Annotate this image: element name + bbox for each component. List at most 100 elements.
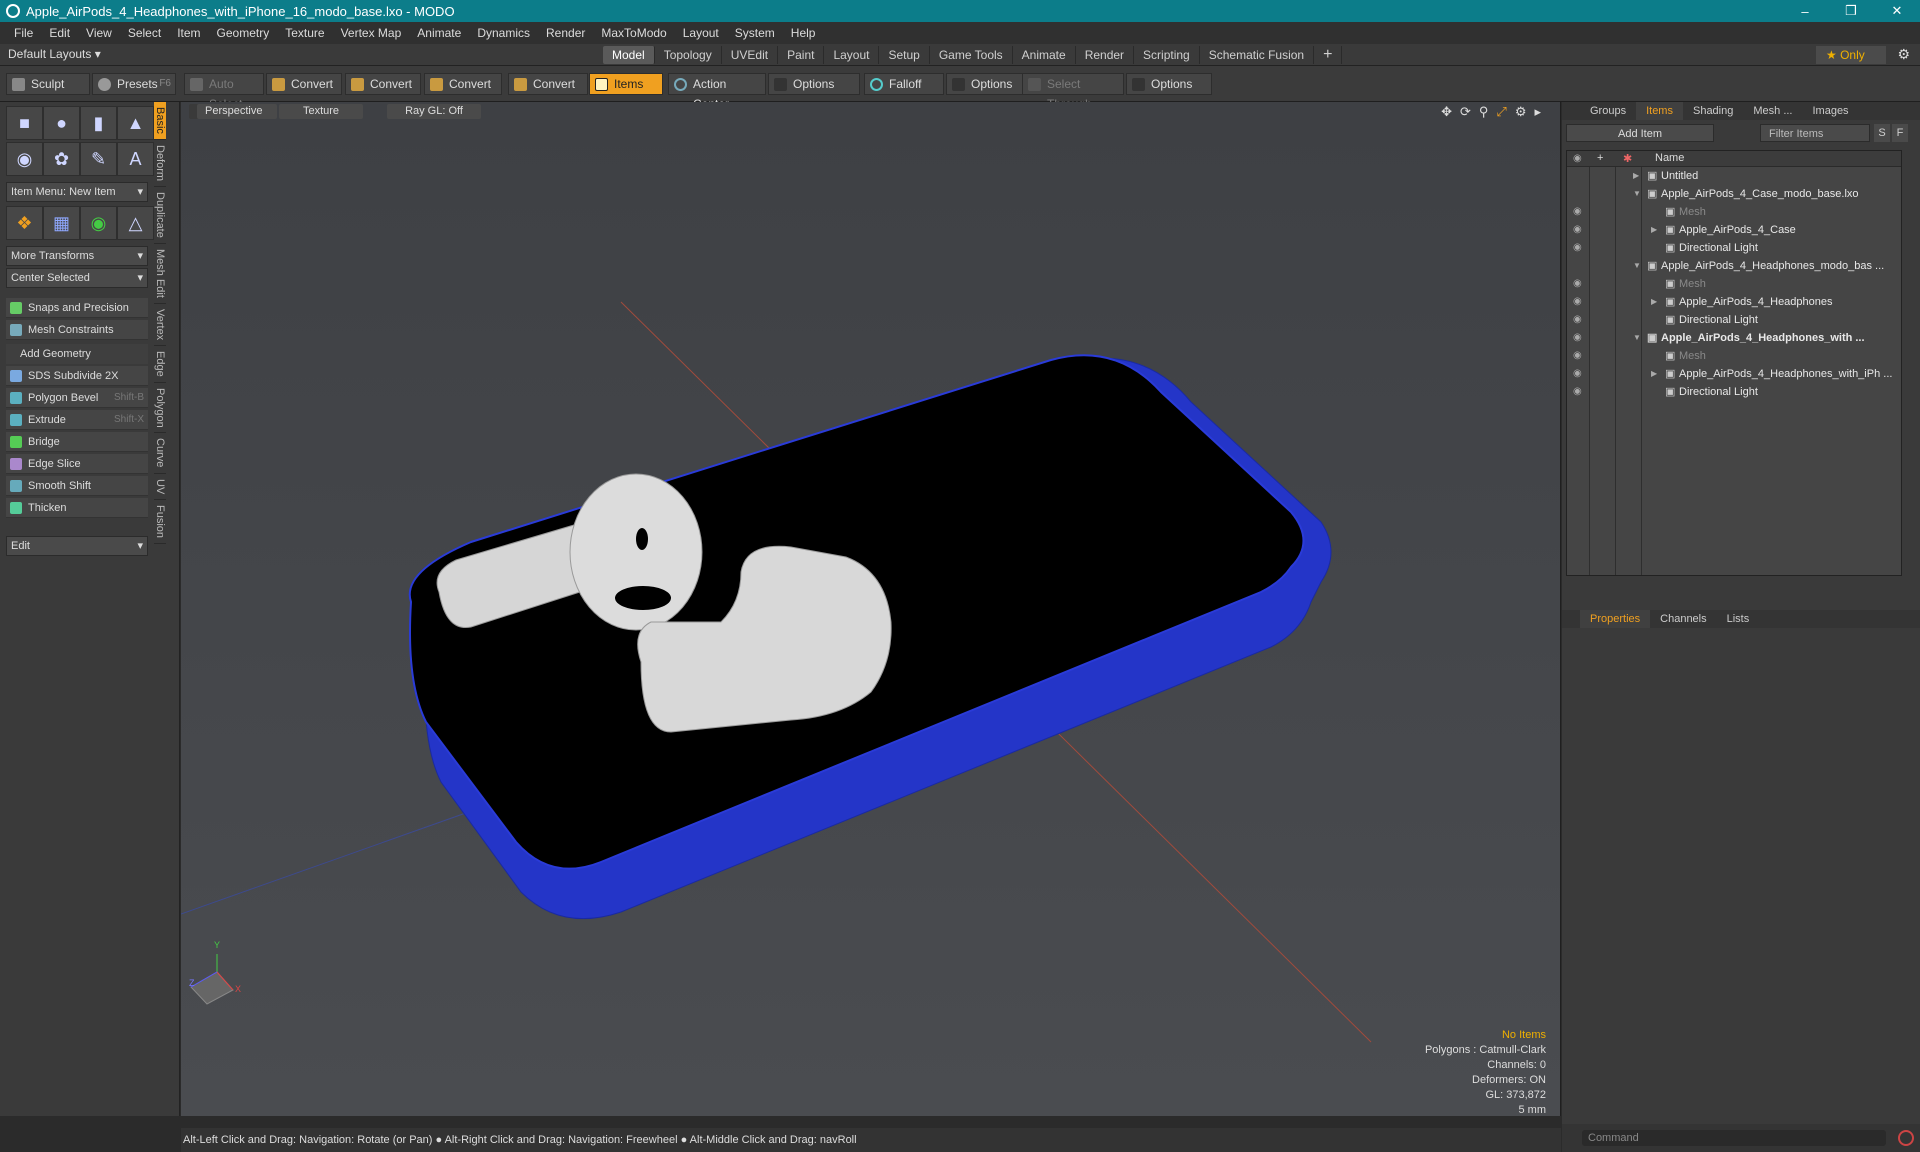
name-column-header[interactable]: Name (1655, 152, 1684, 164)
expand-right-icon[interactable]: ▶ (1651, 365, 1657, 383)
convert-button-1[interactable]: Convert (266, 73, 342, 95)
vtab-edge[interactable]: Edge (154, 346, 166, 383)
menu-dynamics[interactable]: Dynamics (469, 26, 538, 40)
tab-channels[interactable]: Channels (1650, 610, 1716, 628)
vtab-mesh-edit[interactable]: Mesh Edit (154, 244, 166, 304)
text-icon[interactable]: A (117, 142, 154, 176)
raygl-dropdown[interactable]: Ray GL: Off (387, 104, 481, 119)
options-button-3[interactable]: Options (1126, 73, 1212, 95)
viewport-expand-icon[interactable]: ▸ (1534, 104, 1541, 120)
menu-view[interactable]: View (78, 26, 120, 40)
tab-lists[interactable]: Lists (1717, 610, 1760, 628)
transform-icon[interactable]: ❖ (6, 206, 43, 240)
tab-topology[interactable]: Topology (655, 46, 722, 64)
pan-icon[interactable]: ✥ (1441, 104, 1452, 120)
visibility-eye-icon[interactable]: ◉ (1573, 203, 1585, 221)
item-list-row[interactable]: ◉ ▶ ▣ Apple_AirPods_4_Case (1567, 221, 1901, 239)
tool-edge-slice[interactable]: Edge Slice (6, 454, 148, 474)
vtab-deform[interactable]: Deform (154, 140, 166, 187)
menu-file[interactable]: File (6, 26, 41, 40)
pyramid-icon[interactable]: △ (117, 206, 154, 240)
menu-maxtomodo[interactable]: MaxToModo (593, 26, 674, 40)
close-button[interactable]: ✕ (1874, 0, 1920, 22)
menu-texture[interactable]: Texture (277, 26, 332, 40)
more-transforms-dropdown[interactable]: More Transforms (6, 246, 148, 266)
tab-layout[interactable]: Layout (824, 46, 880, 64)
record-icon[interactable] (1898, 1130, 1914, 1146)
center-selected-dropdown[interactable]: Center Selected (6, 268, 148, 288)
default-layouts-dropdown[interactable]: Default Layouts ▾ (8, 47, 101, 61)
grid-icon[interactable]: ▦ (43, 206, 80, 240)
cube-icon[interactable]: ■ (6, 106, 43, 140)
tab-render[interactable]: Render (1076, 46, 1135, 64)
tool-sds-subdivide[interactable]: SDS Subdivide 2X (6, 366, 148, 386)
tab-game-tools[interactable]: Game Tools (930, 46, 1013, 64)
sculpt-button[interactable]: Sculpt (6, 73, 90, 95)
visibility-eye-icon[interactable]: ◉ (1573, 221, 1585, 239)
vtab-uv[interactable]: UV (154, 474, 166, 501)
snaps-precision-button[interactable]: Snaps and Precision (6, 298, 148, 318)
select-through-button[interactable]: Select Through (1022, 73, 1124, 111)
tab-uvedit[interactable]: UVEdit (722, 46, 779, 64)
visibility-eye-icon[interactable]: ◉ (1573, 311, 1585, 329)
tab-paint[interactable]: Paint (778, 46, 825, 64)
pen-icon[interactable]: ✎ (80, 142, 117, 176)
tool-polygon-bevel[interactable]: Polygon Bevel Shift-B (6, 388, 148, 408)
auto-select-button[interactable]: Auto Select (184, 73, 264, 111)
expand-right-icon[interactable]: ▶ (1651, 293, 1657, 311)
tab-mesh[interactable]: Mesh ... (1743, 102, 1802, 120)
tool-thicken[interactable]: Thicken (6, 498, 148, 518)
menu-animate[interactable]: Animate (409, 26, 469, 40)
render-column-icon[interactable]: ✱ (1623, 152, 1632, 165)
visibility-eye-icon[interactable]: ◉ (1573, 383, 1585, 401)
lock-column-icon[interactable]: + (1597, 152, 1603, 164)
add-geometry-header[interactable]: Add Geometry (6, 344, 148, 364)
items-mode-button[interactable]: Items (589, 73, 663, 95)
item-list-row[interactable]: ◉ ▣ Mesh (1567, 203, 1901, 221)
visibility-eye-icon[interactable]: ◉ (1573, 365, 1585, 383)
cone-icon[interactable]: ▲ (117, 106, 154, 140)
tab-groups[interactable]: Groups (1580, 102, 1636, 120)
presets-button[interactable]: Presets F6 (92, 73, 176, 95)
expand-down-icon[interactable]: ▼ (1633, 257, 1641, 275)
viewport-scene[interactable] (181, 102, 1561, 1116)
add-item-dropdown[interactable]: Add Item (1566, 124, 1714, 142)
tab-properties[interactable]: Properties (1580, 610, 1651, 628)
minimize-button[interactable]: – (1782, 0, 1828, 22)
vtab-duplicate[interactable]: Duplicate (154, 187, 166, 244)
tool-smooth-shift[interactable]: Smooth Shift (6, 476, 148, 496)
item-list-row[interactable]: ◉ ▼ ▣ Apple_AirPods_4_Headphones_with ... (1567, 329, 1901, 347)
maximize-button[interactable]: ❒ (1828, 0, 1874, 22)
tab-setup[interactable]: Setup (879, 46, 930, 64)
cylinder-icon[interactable]: ▮ (80, 106, 117, 140)
convert-button-2[interactable]: Convert (345, 73, 421, 95)
item-list-row[interactable]: ◉ ▣ Directional Light (1567, 239, 1901, 257)
visibility-eye-icon[interactable]: ◉ (1573, 293, 1585, 311)
menu-edit[interactable]: Edit (41, 26, 78, 40)
action-center-button[interactable]: Action Center (668, 73, 766, 111)
tab-shading[interactable]: Shading (1683, 102, 1743, 120)
torus-icon[interactable]: ◉ (6, 142, 43, 176)
vtab-vertex[interactable]: Vertex (154, 304, 166, 346)
s-button[interactable]: S (1874, 124, 1890, 142)
visibility-column-icon[interactable]: ◉ (1573, 153, 1582, 164)
expand-right-icon[interactable]: ▶ (1633, 167, 1639, 185)
item-list-row[interactable]: ◉ ▣ Directional Light (1567, 383, 1901, 401)
rotate-icon[interactable]: ⟳ (1460, 104, 1471, 120)
gear-icon[interactable]: ⚙ (1897, 46, 1910, 63)
add-tab-button[interactable]: + (1314, 46, 1343, 64)
sphere-icon[interactable]: ● (43, 106, 80, 140)
convert-button-3[interactable]: Convert (424, 73, 502, 95)
3d-viewport[interactable]: Y X Z ● Perspective Texture Ray GL: Off … (181, 102, 1561, 1116)
item-list-row[interactable]: ▼ ▣ Apple_AirPods_4_Headphones_modo_bas ..… (1567, 257, 1901, 275)
menu-system[interactable]: System (727, 26, 783, 40)
item-list-row[interactable]: ▶ ▣ Untitled (1567, 167, 1901, 185)
command-input[interactable]: Command (1582, 1130, 1886, 1146)
expand-down-icon[interactable]: ▼ (1633, 185, 1641, 203)
visibility-eye-icon[interactable]: ◉ (1573, 329, 1585, 347)
tool-extrude[interactable]: Extrude Shift-X (6, 410, 148, 430)
mesh-constraints-button[interactable]: Mesh Constraints (6, 320, 148, 340)
filter-items-input[interactable]: Filter Items (1760, 124, 1870, 142)
zoom-icon[interactable]: ⚲ (1479, 104, 1489, 120)
item-list-row[interactable]: ▼ ▣ Apple_AirPods_4_Case_modo_base.lxo (1567, 185, 1901, 203)
